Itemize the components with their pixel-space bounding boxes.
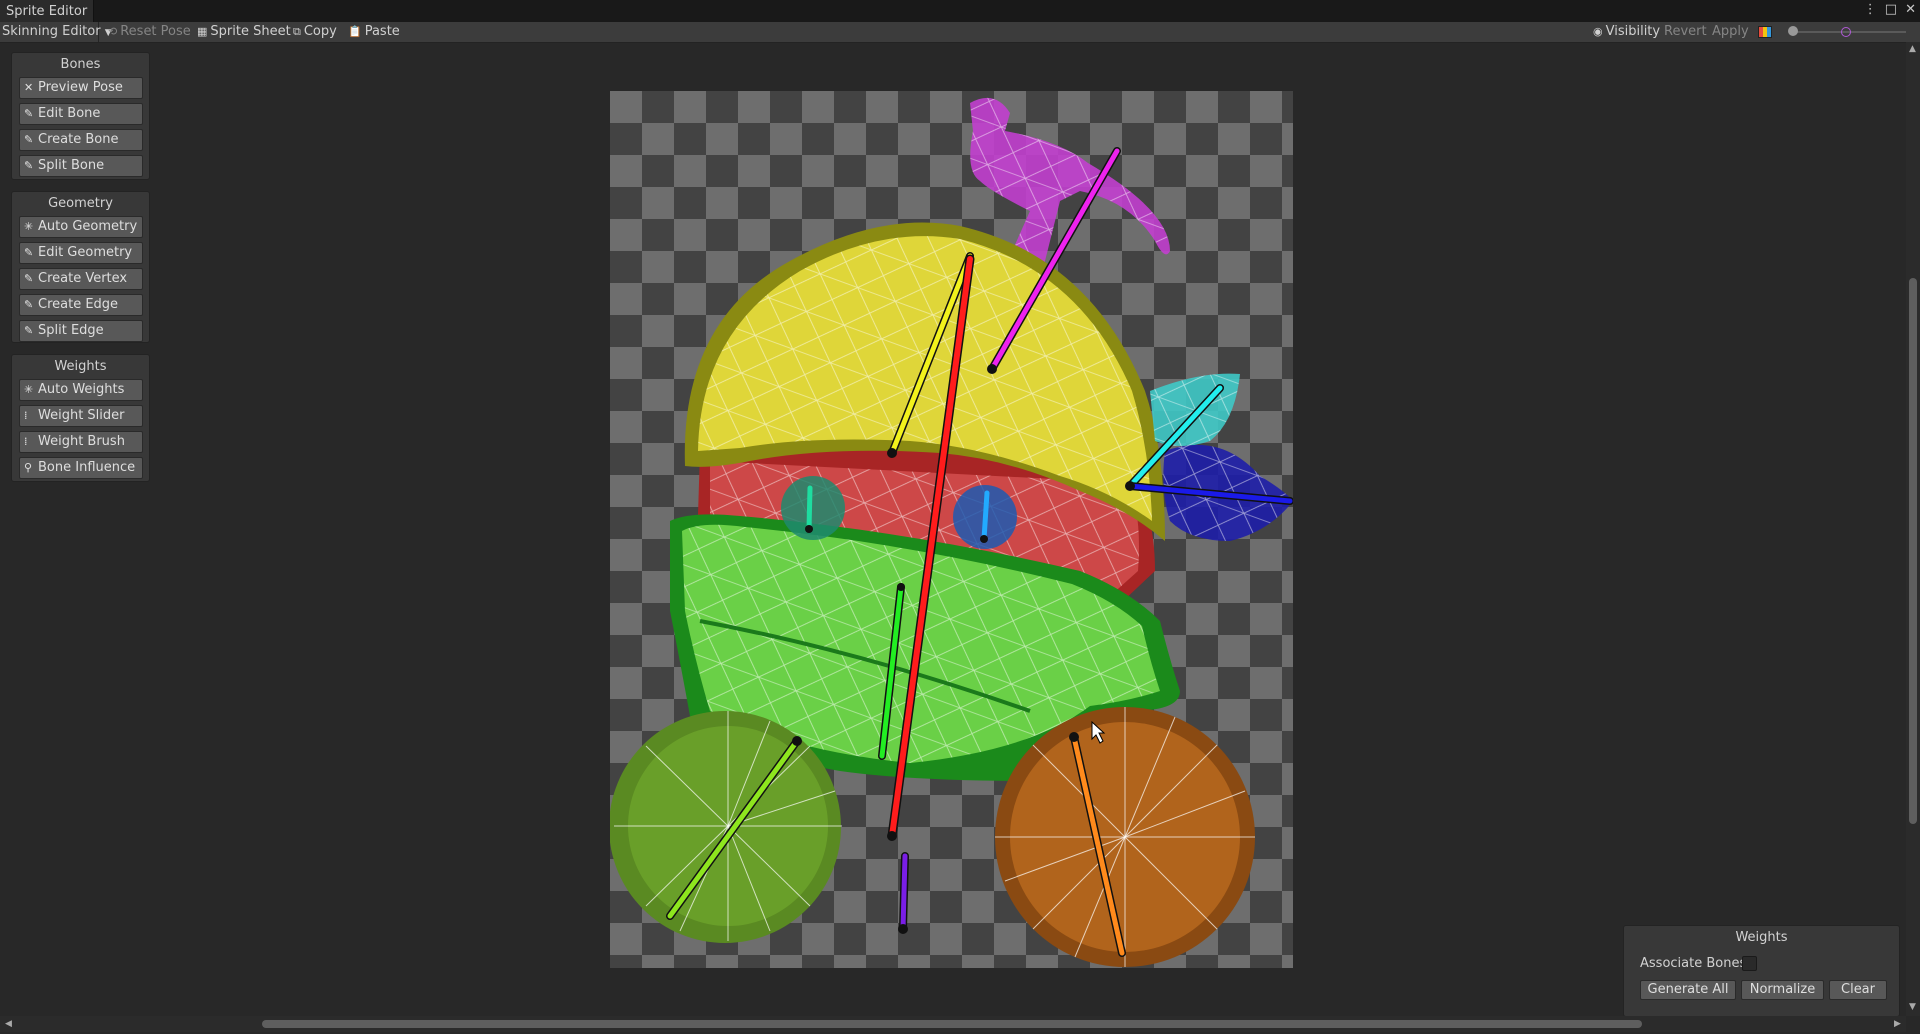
zoom-slider-handle[interactable] — [1788, 26, 1798, 36]
edit-bone-icon: ✎ — [24, 107, 34, 120]
auto-geometry-icon: ✳ — [24, 220, 34, 233]
associate-bones-checkbox[interactable] — [1742, 956, 1757, 971]
visibility-button[interactable]: ◉ Visibility — [1593, 22, 1660, 42]
window-title[interactable]: Sprite Editor — [0, 0, 95, 22]
create-bone-button[interactable]: ✎ Create Bone — [19, 129, 143, 151]
weight-slider-button[interactable]: ⁞ Weight Slider — [19, 405, 143, 427]
create-edge-button[interactable]: ✎ Create Edge — [19, 294, 143, 316]
horizontal-scrollbar[interactable]: ◀ ▶ — [0, 1016, 1906, 1032]
sprite-sheet-button[interactable]: ▦ Sprite Sheet — [197, 22, 291, 42]
horizontal-scroll-thumb[interactable] — [262, 1020, 1642, 1028]
weights-panel-title: Weights — [54, 359, 107, 374]
eye-icon: ◉ — [1593, 25, 1603, 38]
split-edge-button[interactable]: ✎ Split Edge — [19, 320, 143, 342]
create-bone-icon: ✎ — [24, 133, 34, 146]
mode-label: Skinning Editor — [2, 24, 101, 39]
reset-pose-button[interactable]: ⟲ Reset Pose — [108, 22, 191, 42]
create-vertex-button[interactable]: ✎ Create Vertex — [19, 268, 143, 290]
right-wheel-sprite-part — [995, 707, 1255, 967]
normalize-button[interactable]: Normalize — [1741, 980, 1824, 1000]
sprite-artwork — [610, 97, 1293, 967]
copy-icon: ⧉ — [293, 25, 301, 38]
weights-tools-panel: Weights ✳ Auto Weights ⁞ Weight Slider ⁞ We… — [11, 354, 150, 482]
copy-label: Copy — [303, 24, 337, 39]
scroll-down-icon[interactable]: ▼ — [1909, 1002, 1916, 1012]
paste-button[interactable]: 📋 Paste — [348, 22, 400, 42]
weight-brush-icon: ⁞ — [24, 435, 28, 448]
weight-brush-button[interactable]: ⁞ Weight Brush — [19, 431, 143, 453]
clear-button[interactable]: Clear — [1829, 980, 1887, 1000]
toolbar: Skinning Editor ▼ ⟲ Reset Pose ▦ Sprite Sh… — [0, 22, 1920, 43]
vertical-scrollbar[interactable]: ▲ ▼ — [1906, 42, 1920, 1016]
reset-pose-icon: ⟲ — [108, 25, 118, 38]
left-wheel-sprite-part — [610, 711, 842, 943]
sprite-canvas[interactable] — [610, 91, 1293, 968]
color-toggle-icon[interactable] — [1758, 26, 1772, 38]
split-bone-label: Split Bone — [38, 158, 105, 173]
mode-dropdown[interactable]: Skinning Editor ▼ — [2, 22, 112, 42]
edit-geometry-label: Edit Geometry — [38, 245, 133, 260]
weights-panel: Weights Associate Bones Generate All Nor… — [1623, 925, 1900, 1017]
split-edge-icon: ✎ — [24, 324, 34, 337]
auto-geometry-button[interactable]: ✳ Auto Geometry — [19, 216, 143, 238]
generate-all-button[interactable]: Generate All — [1640, 980, 1736, 1000]
geometry-panel-title: Geometry — [48, 196, 113, 211]
split-bone-button[interactable]: ✎ Split Bone — [19, 155, 143, 177]
edit-bone-button[interactable]: ✎ Edit Bone — [19, 103, 143, 125]
sprite-sheet-icon: ▦ — [197, 25, 208, 38]
create-vertex-label: Create Vertex — [38, 271, 128, 286]
weight-slider-label: Weight Slider — [38, 408, 125, 423]
scroll-up-icon[interactable]: ▲ — [1909, 44, 1916, 54]
edit-geometry-icon: ✎ — [24, 246, 34, 259]
maximize-icon[interactable]: □ — [1885, 2, 1897, 17]
bone-influence-label: Bone Influence — [38, 460, 136, 475]
zoom-marker-icon — [1841, 27, 1851, 37]
reset-pose-label: Reset Pose — [120, 24, 191, 39]
scroll-left-icon[interactable]: ◀ — [5, 1019, 12, 1029]
split-edge-label: Split Edge — [38, 323, 104, 338]
auto-weights-icon: ✳ — [24, 383, 34, 396]
revert-button[interactable]: Revert — [1664, 22, 1707, 42]
auto-weights-label: Auto Weights — [38, 382, 125, 397]
create-edge-icon: ✎ — [24, 298, 34, 311]
edit-bone-label: Edit Bone — [38, 106, 101, 121]
associate-bones-label: Associate Bones — [1640, 956, 1747, 971]
split-bone-icon: ✎ — [24, 159, 34, 172]
vertical-scroll-thumb[interactable] — [1909, 278, 1917, 824]
teal-eye-part — [781, 476, 845, 540]
preview-pose-label: Preview Pose — [38, 80, 123, 95]
geometry-panel: Geometry ✳ Auto Geometry ✎ Edit Geometry ✎… — [11, 191, 150, 343]
copy-button[interactable]: ⧉ Copy — [293, 22, 337, 42]
bones-panel: Bones ✕ Preview Pose ✎ Edit Bone ✎ Create B… — [11, 52, 150, 180]
auto-geometry-label: Auto Geometry — [38, 219, 138, 234]
weight-slider-icon: ⁞ — [24, 409, 28, 422]
weights-panel-heading: Weights — [1735, 930, 1788, 945]
scroll-right-icon[interactable]: ▶ — [1894, 1019, 1901, 1029]
bone-influence-button[interactable]: ⚲ Bone Influence — [19, 457, 143, 479]
title-bar: Sprite Editor ⋮ □ ✕ — [0, 0, 1920, 22]
create-bone-label: Create Bone — [38, 132, 119, 147]
bones-panel-title: Bones — [60, 57, 101, 72]
visibility-label: Visibility — [1605, 24, 1661, 39]
bone-influence-icon: ⚲ — [24, 461, 33, 474]
close-icon[interactable]: ✕ — [1905, 2, 1916, 17]
preview-pose-button[interactable]: ✕ Preview Pose — [19, 77, 143, 99]
auto-weights-button[interactable]: ✳ Auto Weights — [19, 379, 143, 401]
weight-brush-label: Weight Brush — [38, 434, 125, 449]
create-vertex-icon: ✎ — [24, 272, 34, 285]
create-edge-label: Create Edge — [38, 297, 119, 312]
paste-icon: 📋 — [348, 25, 362, 38]
preview-pose-icon: ✕ — [24, 81, 34, 94]
apply-button[interactable]: Apply — [1712, 22, 1749, 42]
paste-label: Paste — [364, 24, 400, 39]
more-options-icon[interactable]: ⋮ — [1864, 2, 1877, 17]
sprite-sheet-label: Sprite Sheet — [210, 24, 291, 39]
edit-geometry-button[interactable]: ✎ Edit Geometry — [19, 242, 143, 264]
